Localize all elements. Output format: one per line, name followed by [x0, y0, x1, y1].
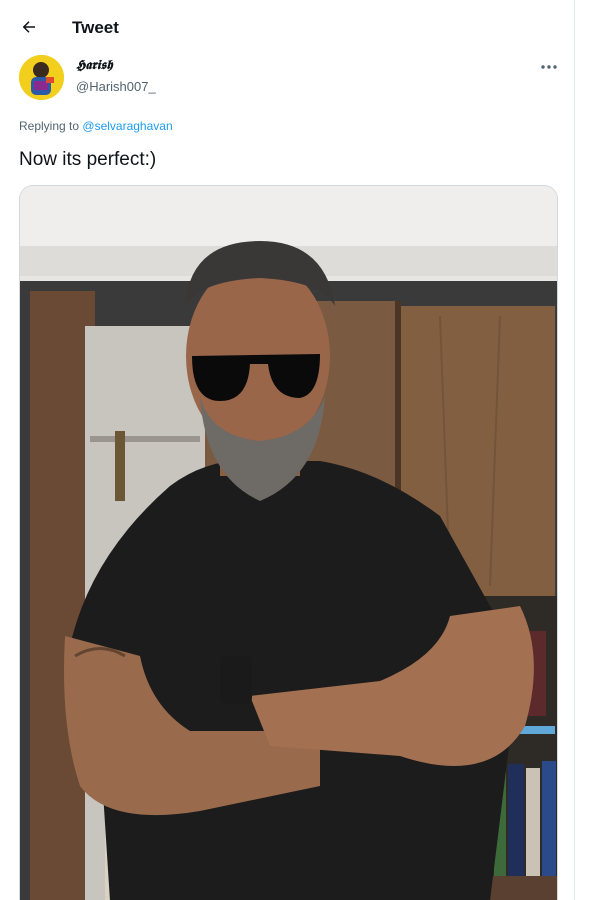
timeline-divider [574, 0, 575, 900]
tweet-text: Now its perfect:) [19, 149, 157, 170]
arrow-left-icon [22, 21, 35, 33]
author-handle[interactable]: @Harish007_ [76, 79, 156, 95]
photo-illustration [20, 186, 557, 900]
more-options-button[interactable] [536, 54, 562, 80]
page-header: Tweet [0, 0, 574, 56]
replying-to-mention-link[interactable]: @selvaraghavan [82, 119, 172, 133]
replying-to-line: Replying to @selvaraghavan [19, 118, 173, 134]
avatar[interactable] [19, 55, 64, 100]
avatar-image [19, 55, 64, 100]
author-display-name[interactable]: 𝕳𝖆𝖗𝖎𝖘𝖍 [76, 58, 113, 74]
replying-prefix: Replying to [19, 119, 80, 133]
back-button[interactable] [12, 10, 46, 44]
page-title: Tweet [72, 18, 119, 37]
more-horizontal-icon [541, 65, 557, 69]
tweet-photo[interactable] [19, 185, 558, 900]
